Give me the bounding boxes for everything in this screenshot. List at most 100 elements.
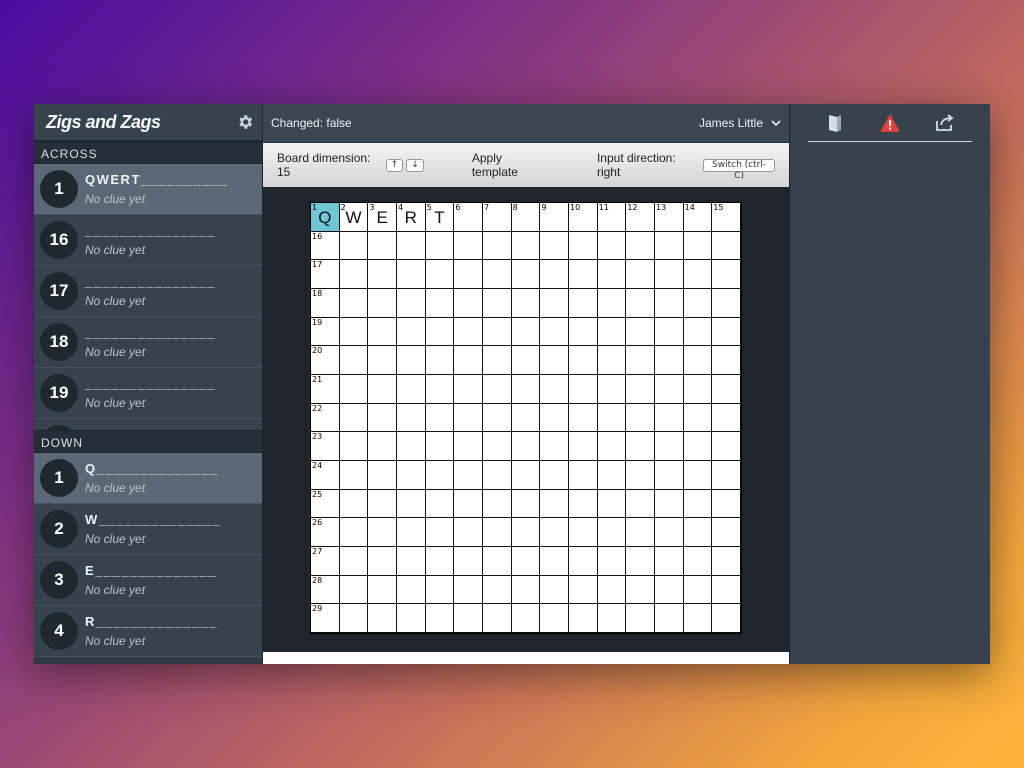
grid-cell[interactable] bbox=[654, 604, 684, 633]
grid-cell[interactable] bbox=[626, 575, 655, 605]
user-menu[interactable]: James Little bbox=[699, 116, 781, 130]
grid-cell[interactable] bbox=[712, 460, 741, 490]
grid-cell[interactable] bbox=[540, 489, 569, 519]
grid-cell[interactable] bbox=[396, 403, 426, 433]
grid-cell[interactable]: 11 bbox=[597, 203, 627, 232]
grid-cell[interactable] bbox=[597, 546, 627, 576]
grid-cell[interactable]: 7 bbox=[482, 203, 512, 232]
grid-cell[interactable] bbox=[339, 231, 369, 261]
grid-cell[interactable]: 25 bbox=[311, 489, 340, 519]
grid-cell[interactable] bbox=[425, 460, 455, 490]
grid-cell[interactable] bbox=[396, 231, 426, 261]
grid-cell[interactable] bbox=[425, 374, 455, 404]
grid-cell[interactable] bbox=[597, 518, 627, 547]
grid-cell[interactable]: 22 bbox=[311, 403, 340, 433]
grid-cell[interactable] bbox=[568, 546, 598, 576]
grid-cell[interactable] bbox=[396, 432, 426, 461]
grid-cell[interactable] bbox=[568, 518, 598, 547]
grid-cell[interactable] bbox=[626, 546, 655, 576]
grid-cell[interactable] bbox=[511, 575, 541, 605]
grid-cell[interactable] bbox=[482, 346, 512, 375]
grid-cell[interactable]: 5T bbox=[425, 203, 455, 232]
grid-cell[interactable] bbox=[597, 346, 627, 375]
grid-cell[interactable] bbox=[396, 518, 426, 547]
grid-cell[interactable] bbox=[540, 432, 569, 461]
grid-cell[interactable] bbox=[425, 260, 455, 289]
grid-cell[interactable] bbox=[540, 460, 569, 490]
grid-cell[interactable] bbox=[482, 489, 512, 519]
grid-cell[interactable] bbox=[511, 489, 541, 519]
grid-cell[interactable]: 13 bbox=[654, 203, 684, 232]
grid-cell[interactable] bbox=[339, 518, 369, 547]
grid-cell[interactable]: 15 bbox=[712, 203, 741, 232]
grid-cell[interactable] bbox=[654, 403, 684, 433]
grid-cell[interactable] bbox=[626, 489, 655, 519]
down-clue-item[interactable]: 2 W______________ No clue yet bbox=[34, 504, 262, 556]
grid-cell[interactable] bbox=[511, 432, 541, 461]
grid-cell[interactable] bbox=[368, 403, 397, 433]
grid-cell[interactable] bbox=[482, 546, 512, 576]
grid-cell[interactable]: 24 bbox=[311, 460, 340, 490]
grid-cell[interactable] bbox=[683, 317, 713, 347]
dimension-down-button[interactable]: ↓ bbox=[406, 158, 424, 172]
grid-cell[interactable]: 4R bbox=[396, 203, 426, 232]
grid-cell[interactable] bbox=[597, 288, 627, 318]
grid-cell[interactable] bbox=[626, 346, 655, 375]
grid-cell[interactable] bbox=[626, 317, 655, 347]
grid-cell[interactable] bbox=[511, 374, 541, 404]
grid-cell[interactable] bbox=[511, 231, 541, 261]
grid-cell[interactable] bbox=[368, 317, 397, 347]
grid-cell[interactable] bbox=[396, 604, 426, 633]
across-clue-item[interactable]: 20_______________No clue yet bbox=[34, 419, 262, 431]
grid-cell[interactable] bbox=[425, 604, 455, 633]
grid-cell[interactable] bbox=[540, 346, 569, 375]
grid-cell[interactable] bbox=[683, 374, 713, 404]
grid-cell[interactable] bbox=[454, 374, 483, 404]
grid-cell[interactable] bbox=[654, 432, 684, 461]
grid-cell[interactable]: 21 bbox=[311, 374, 340, 404]
grid-cell[interactable] bbox=[683, 346, 713, 375]
grid-cell[interactable]: 8 bbox=[511, 203, 541, 232]
grid-cell[interactable] bbox=[368, 231, 397, 261]
grid-cell[interactable] bbox=[454, 288, 483, 318]
grid-cell[interactable] bbox=[568, 575, 598, 605]
grid-cell[interactable] bbox=[540, 374, 569, 404]
grid-cell[interactable] bbox=[339, 403, 369, 433]
grid-cell[interactable] bbox=[654, 575, 684, 605]
grid-cell[interactable] bbox=[597, 403, 627, 433]
grid-cell[interactable] bbox=[568, 374, 598, 404]
grid-cell[interactable] bbox=[454, 489, 483, 519]
grid-cell[interactable] bbox=[654, 317, 684, 347]
switch-direction-button[interactable]: Switch (ctrl-C) bbox=[703, 158, 775, 181]
grid-cell[interactable] bbox=[454, 403, 483, 433]
grid-cell[interactable] bbox=[597, 317, 627, 347]
grid-cell[interactable] bbox=[597, 604, 627, 633]
grid-cell[interactable] bbox=[482, 432, 512, 461]
grid-cell[interactable] bbox=[368, 489, 397, 519]
grid-cell[interactable] bbox=[339, 604, 369, 633]
grid-cell[interactable]: 23 bbox=[311, 432, 340, 461]
grid-cell[interactable] bbox=[339, 374, 369, 404]
grid-cell[interactable] bbox=[626, 460, 655, 490]
grid-cell[interactable] bbox=[368, 346, 397, 375]
grid-cell[interactable] bbox=[712, 575, 741, 605]
grid-cell[interactable] bbox=[454, 317, 483, 347]
grid-cell[interactable] bbox=[482, 575, 512, 605]
grid-cell[interactable] bbox=[597, 374, 627, 404]
grid-cell[interactable] bbox=[712, 374, 741, 404]
grid-cell[interactable] bbox=[454, 518, 483, 547]
grid-cell[interactable] bbox=[597, 460, 627, 490]
grid-cell[interactable] bbox=[626, 260, 655, 289]
grid-cell[interactable] bbox=[683, 604, 713, 633]
grid-cell[interactable] bbox=[540, 317, 569, 347]
grid-cell[interactable] bbox=[511, 260, 541, 289]
grid-cell[interactable]: 19 bbox=[311, 317, 340, 347]
grid-cell[interactable] bbox=[654, 260, 684, 289]
grid-cell[interactable] bbox=[540, 575, 569, 605]
grid-cell[interactable] bbox=[368, 288, 397, 318]
grid-cell[interactable] bbox=[712, 432, 741, 461]
grid-cell[interactable] bbox=[425, 288, 455, 318]
grid-cell[interactable]: 20 bbox=[311, 346, 340, 375]
share-icon[interactable] bbox=[932, 110, 958, 136]
down-clue-item[interactable]: 1 Q______________ No clue yet bbox=[34, 453, 262, 505]
